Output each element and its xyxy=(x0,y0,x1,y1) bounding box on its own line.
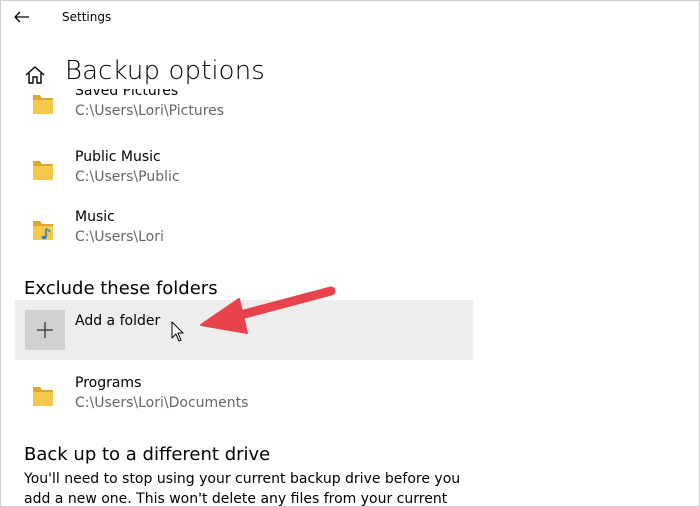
plus-icon xyxy=(37,322,53,338)
folder-path: C:\Users\Lori xyxy=(75,229,164,245)
folder-name: Public Music xyxy=(75,149,161,165)
folder-path: C:\Users\Lori\Documents xyxy=(75,395,249,411)
page-title: Backup options xyxy=(65,56,265,86)
folder-icon xyxy=(33,95,53,114)
content-pane: Saved Pictures C:\Users\Lori\Pictures Pu… xyxy=(1,89,699,507)
excluded-folder-programs[interactable]: Programs C:\Users\Lori\Documents xyxy=(17,375,473,425)
add-folder-label: Add a folder xyxy=(75,313,161,329)
folder-item-public-music[interactable]: Public Music C:\Users\Public xyxy=(17,149,473,199)
back-arrow-icon xyxy=(14,11,29,23)
folder-icon xyxy=(33,387,53,406)
exclude-folders-heading: Exclude these folders xyxy=(24,278,218,299)
folder-name: Saved Pictures xyxy=(75,89,179,99)
home-icon[interactable] xyxy=(23,63,47,87)
folder-item-saved-pictures[interactable]: Saved Pictures C:\Users\Lori\Pictures xyxy=(17,89,473,133)
title-bar: Settings xyxy=(1,1,699,33)
folder-icon xyxy=(33,161,53,180)
music-folder-icon xyxy=(33,221,53,240)
app-title: Settings xyxy=(62,10,112,24)
back-button[interactable] xyxy=(11,7,35,27)
folder-name: Music xyxy=(75,209,115,225)
add-folder-button[interactable]: Add a folder xyxy=(15,300,473,360)
folder-name: Programs xyxy=(75,375,142,391)
folder-item-music[interactable]: Music C:\Users\Lori xyxy=(17,209,473,259)
add-folder-tile xyxy=(25,310,65,350)
settings-window: Settings Backup options Saved Pictures C… xyxy=(0,0,700,507)
folder-path: C:\Users\Public xyxy=(75,169,180,185)
different-drive-heading: Back up to a different drive xyxy=(24,444,271,465)
different-drive-description: You'll need to stop using your current b… xyxy=(24,471,461,507)
folder-path: C:\Users\Lori\Pictures xyxy=(75,103,225,119)
